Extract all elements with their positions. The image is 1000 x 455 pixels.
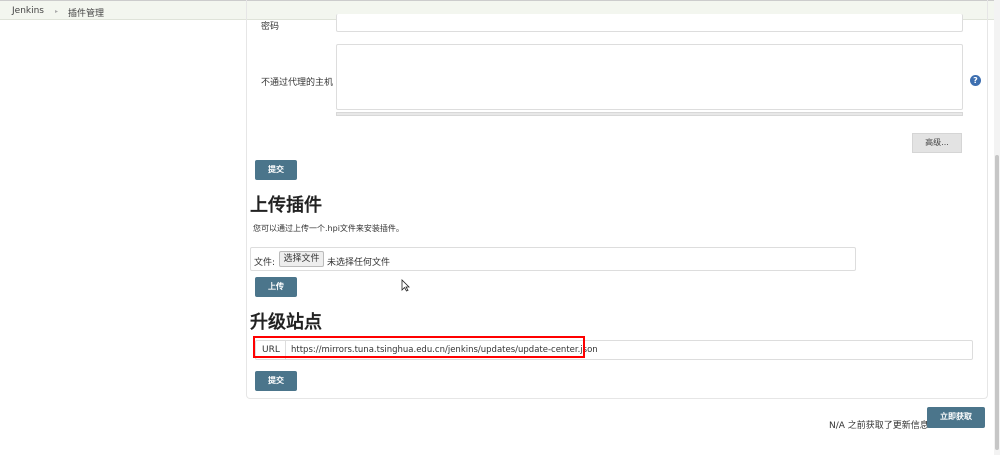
- advanced-button[interactable]: 高级...: [912, 133, 962, 153]
- file-label: 文件:: [254, 258, 276, 268]
- upload-description: 您可以通过上传一个.hpi文件来安装插件。: [253, 224, 404, 233]
- highlight-box: [253, 336, 585, 358]
- no-file-text: 未选择任何文件: [327, 258, 391, 268]
- no-proxy-label: 不通过代理的主机: [261, 78, 334, 88]
- textarea-resize-handle[interactable]: [336, 112, 963, 116]
- breadcrumb-plugin-manager[interactable]: 插件管理: [68, 6, 104, 19]
- breadcrumb-separator-icon: ▸: [55, 8, 59, 15]
- upload-button[interactable]: 上传: [255, 277, 297, 297]
- proxy-submit-button[interactable]: 提交: [255, 160, 297, 180]
- no-proxy-textarea[interactable]: [336, 44, 963, 110]
- help-icon[interactable]: ?: [970, 75, 981, 86]
- choose-file-button[interactable]: 选择文件: [279, 251, 324, 267]
- password-label: 密码: [261, 22, 280, 32]
- mouse-cursor-icon: [401, 279, 410, 292]
- upload-plugin-heading: 上传插件: [250, 195, 322, 216]
- breadcrumb-jenkins[interactable]: Jenkins: [12, 6, 44, 16]
- update-status-text: N/A 之前获取了更新信息: [829, 421, 929, 431]
- scrollbar-thumb[interactable]: [995, 155, 999, 450]
- update-site-submit-button[interactable]: 提交: [255, 371, 297, 391]
- password-input[interactable]: [336, 14, 963, 32]
- update-site-heading: 升级站点: [250, 312, 322, 333]
- check-now-button[interactable]: 立即获取: [927, 407, 985, 428]
